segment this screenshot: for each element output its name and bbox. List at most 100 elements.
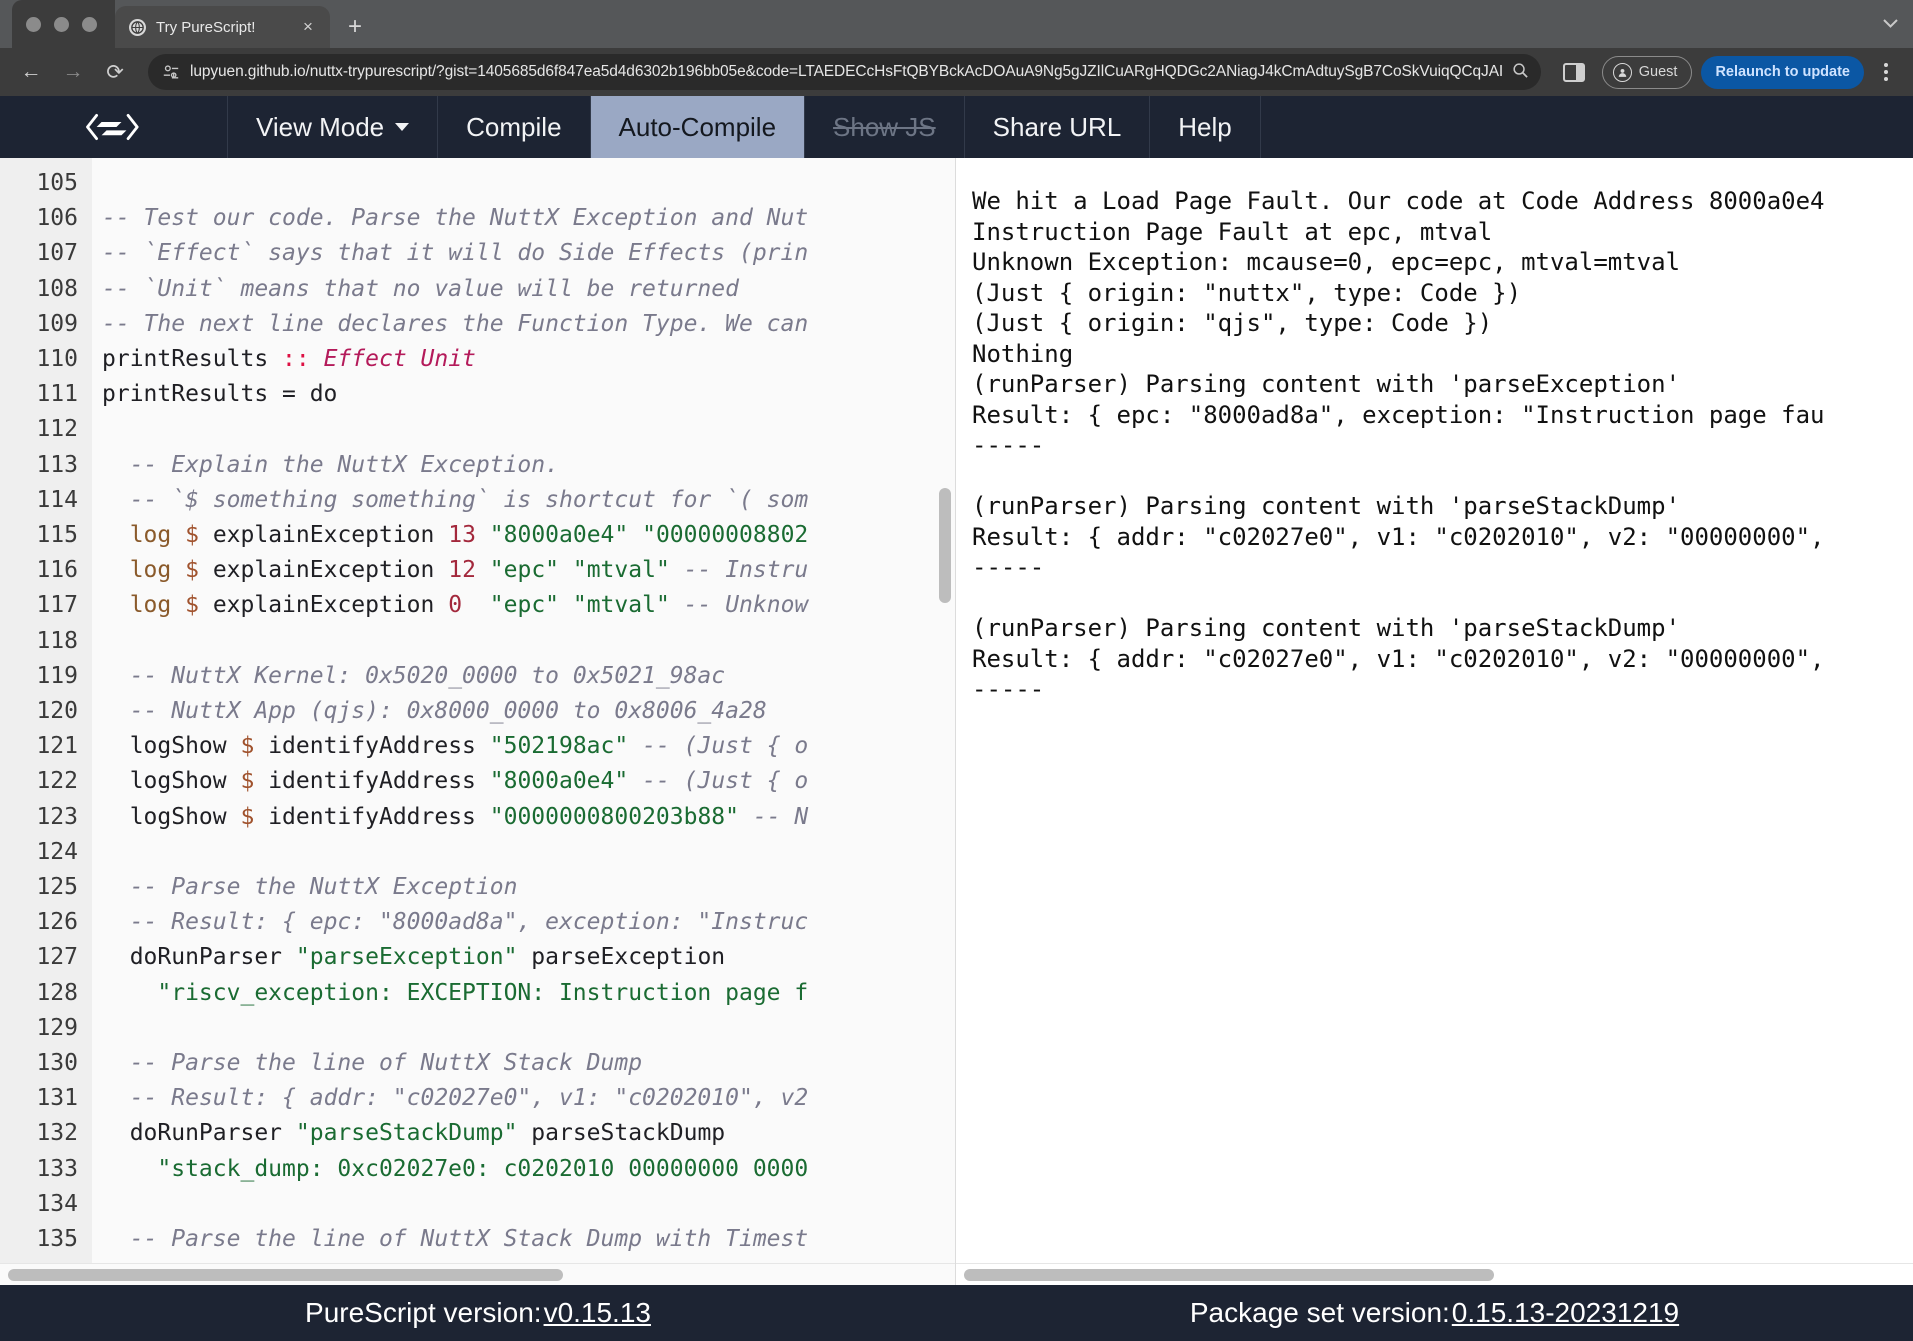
close-icon[interactable]: × — [296, 15, 320, 39]
output-line: (runParser) Parsing content with 'parseE… — [972, 370, 1681, 398]
line-number: 121 — [36, 733, 78, 760]
address-bar[interactable]: lupyuen.github.io/nuttx-trypurescript/?g… — [148, 54, 1541, 90]
editor-horizontal-scrollbar[interactable] — [0, 1263, 955, 1285]
code-line: -- NuttX Kernel: 0x5020_0000 to 0x5021_9… — [102, 659, 955, 694]
code-token: $ — [240, 803, 255, 830]
code-token: logShow — [102, 768, 241, 795]
menu-item-help[interactable]: Help — [1150, 96, 1261, 158]
packageset-version-status: Package set version: 0.15.13-20231219 — [956, 1297, 1913, 1329]
side-panel-button[interactable] — [1555, 53, 1593, 91]
editor-horizontal-scrollbar-thumb — [8, 1268, 563, 1281]
code-line: printResults = do — [102, 377, 955, 412]
code-line: logShow $ identifyAddress "0000000800203… — [102, 800, 955, 835]
code-token: -- NuttX Kernel: 0x5020_0000 to 0x5021_9… — [129, 662, 726, 689]
relaunch-to-update-button[interactable]: Relaunch to update — [1701, 55, 1864, 89]
menu-item-compile[interactable]: Compile — [438, 96, 591, 158]
menu-item-view-mode[interactable]: View Mode — [228, 96, 439, 158]
line-number: 124 — [36, 838, 78, 865]
line-number: 110 — [36, 346, 78, 373]
browser-tab[interactable]: Try PureScript! × — [115, 6, 330, 48]
output-line: Result: { addr: "c02027e0", v1: "c020201… — [972, 522, 1825, 551]
line-number: 122 — [36, 768, 78, 795]
code-line: printResults :: Effect Unit — [102, 342, 955, 377]
code-line: -- Result: { addr: "c02027e0", v1: "c020… — [102, 1257, 955, 1263]
code-token: Effect Unit — [323, 346, 476, 373]
code-token: -- `$ something something` is shortcut f… — [129, 486, 809, 513]
output-line: (runParser) Parsing content with 'parseS… — [972, 492, 1681, 520]
menu-item-share-url[interactable]: Share URL — [965, 96, 1151, 158]
editor-vertical-scrollbar-thumb[interactable] — [939, 488, 951, 603]
code-token: "parseStackDump" — [295, 1120, 518, 1147]
code-token: -- Explain the NuttX Exception. — [129, 451, 559, 478]
person-icon — [1612, 62, 1632, 82]
zoom-icon[interactable] — [1512, 62, 1529, 83]
code-line: "stack_dump: 0xc02027e0: c0202010 000000… — [102, 1152, 955, 1187]
code-token: "parseException" — [295, 944, 518, 971]
line-number: 114 — [36, 486, 78, 513]
chevron-down-icon[interactable] — [1882, 14, 1899, 34]
code-token: -- Result: { addr: "c02027e0", v1: "c020… — [157, 1261, 836, 1263]
browser-window: Try PureScript! × + ← → ⟳ lupyuen.github… — [0, 0, 1913, 1341]
reload-button[interactable]: ⟳ — [96, 53, 134, 91]
code-token: "epc" "mtval" — [489, 592, 670, 619]
code-token: parseException — [517, 944, 726, 971]
line-number: 105 — [36, 170, 78, 196]
line-number: 107 — [36, 240, 78, 267]
chevron-down-icon — [395, 123, 410, 131]
code-token: printResults — [102, 346, 283, 373]
line-number-gutter: 105 106 107 108 109 110 111 112 113 114 115 116 117 1… — [0, 158, 92, 1263]
menu-item-show-js[interactable]: Show JS — [805, 96, 965, 158]
minimize-window-button[interactable] — [54, 16, 69, 32]
trypurescript-app: View Mode Compile Auto-Compile Show JS S… — [0, 96, 1913, 1341]
code-token: -- (Just { o — [642, 733, 809, 760]
code-token: -- Unknow — [683, 592, 809, 619]
url-text[interactable]: lupyuen.github.io/nuttx-trypurescript/?g… — [190, 63, 1502, 81]
kebab-menu-icon[interactable] — [1873, 56, 1899, 89]
profile-button[interactable]: Guest — [1601, 55, 1693, 89]
tab-title: Try PureScript! — [156, 18, 256, 36]
output-line: We hit a Load Page Fault. Our code at Co… — [972, 187, 1825, 215]
code-token: -- Parse the line of NuttX Stack Dump wi… — [129, 1226, 809, 1253]
code-token: 0 — [448, 592, 463, 619]
code-line: logShow $ identifyAddress "502198ac" -- … — [102, 729, 955, 764]
output-line: (Just { origin: "nuttx", type: Code }) — [972, 278, 1522, 307]
packageset-version-label: Package set version: — [1189, 1297, 1450, 1328]
code-token: "stack_dump: 0xc02027e0: c0202010 000000… — [157, 1155, 809, 1182]
site-settings-icon[interactable] — [162, 63, 180, 81]
code-line: -- `Unit` means that no value will be re… — [102, 272, 955, 307]
packageset-version-link[interactable]: 0.15.13-20231219 — [1452, 1297, 1679, 1329]
new-tab-button[interactable]: + — [338, 10, 372, 44]
code-token: explainException — [198, 557, 449, 584]
code-line: doRunParser "parseException" parseExcept… — [102, 940, 955, 975]
maximize-window-button[interactable] — [82, 16, 97, 32]
status-bar: PureScript version: v0.15.13 Package set… — [0, 1285, 1913, 1341]
code-token: parseStackDump — [517, 1120, 726, 1147]
code-token: 13 — [448, 522, 476, 549]
line-number: 117 — [36, 592, 78, 619]
output-horizontal-scrollbar[interactable] — [956, 1263, 1913, 1285]
back-button[interactable]: ← — [12, 53, 50, 91]
code-token: -- Parse the line of NuttX Stack Dump — [129, 1050, 643, 1077]
code-text-area[interactable]: -- Test our code. Parse the NuttX Except… — [92, 158, 955, 1263]
menu-item-auto-compile[interactable]: Auto-Compile — [590, 96, 806, 158]
purescript-logo[interactable] — [0, 96, 228, 158]
forward-button[interactable]: → — [54, 53, 92, 91]
code-token: identifyAddress — [254, 768, 490, 795]
code-token: -- (Just { o — [642, 768, 809, 795]
code-editor-body[interactable]: 105 106 107 108 109 110 111 112 113 114 115 116 117 1… — [0, 158, 955, 1263]
close-window-button[interactable] — [26, 16, 41, 32]
code-token: -- Result: { addr: "c02027e0", v1: "c020… — [129, 1085, 809, 1112]
purescript-version-link[interactable]: v0.15.13 — [544, 1297, 651, 1329]
code-token: -- Instru — [683, 557, 809, 584]
